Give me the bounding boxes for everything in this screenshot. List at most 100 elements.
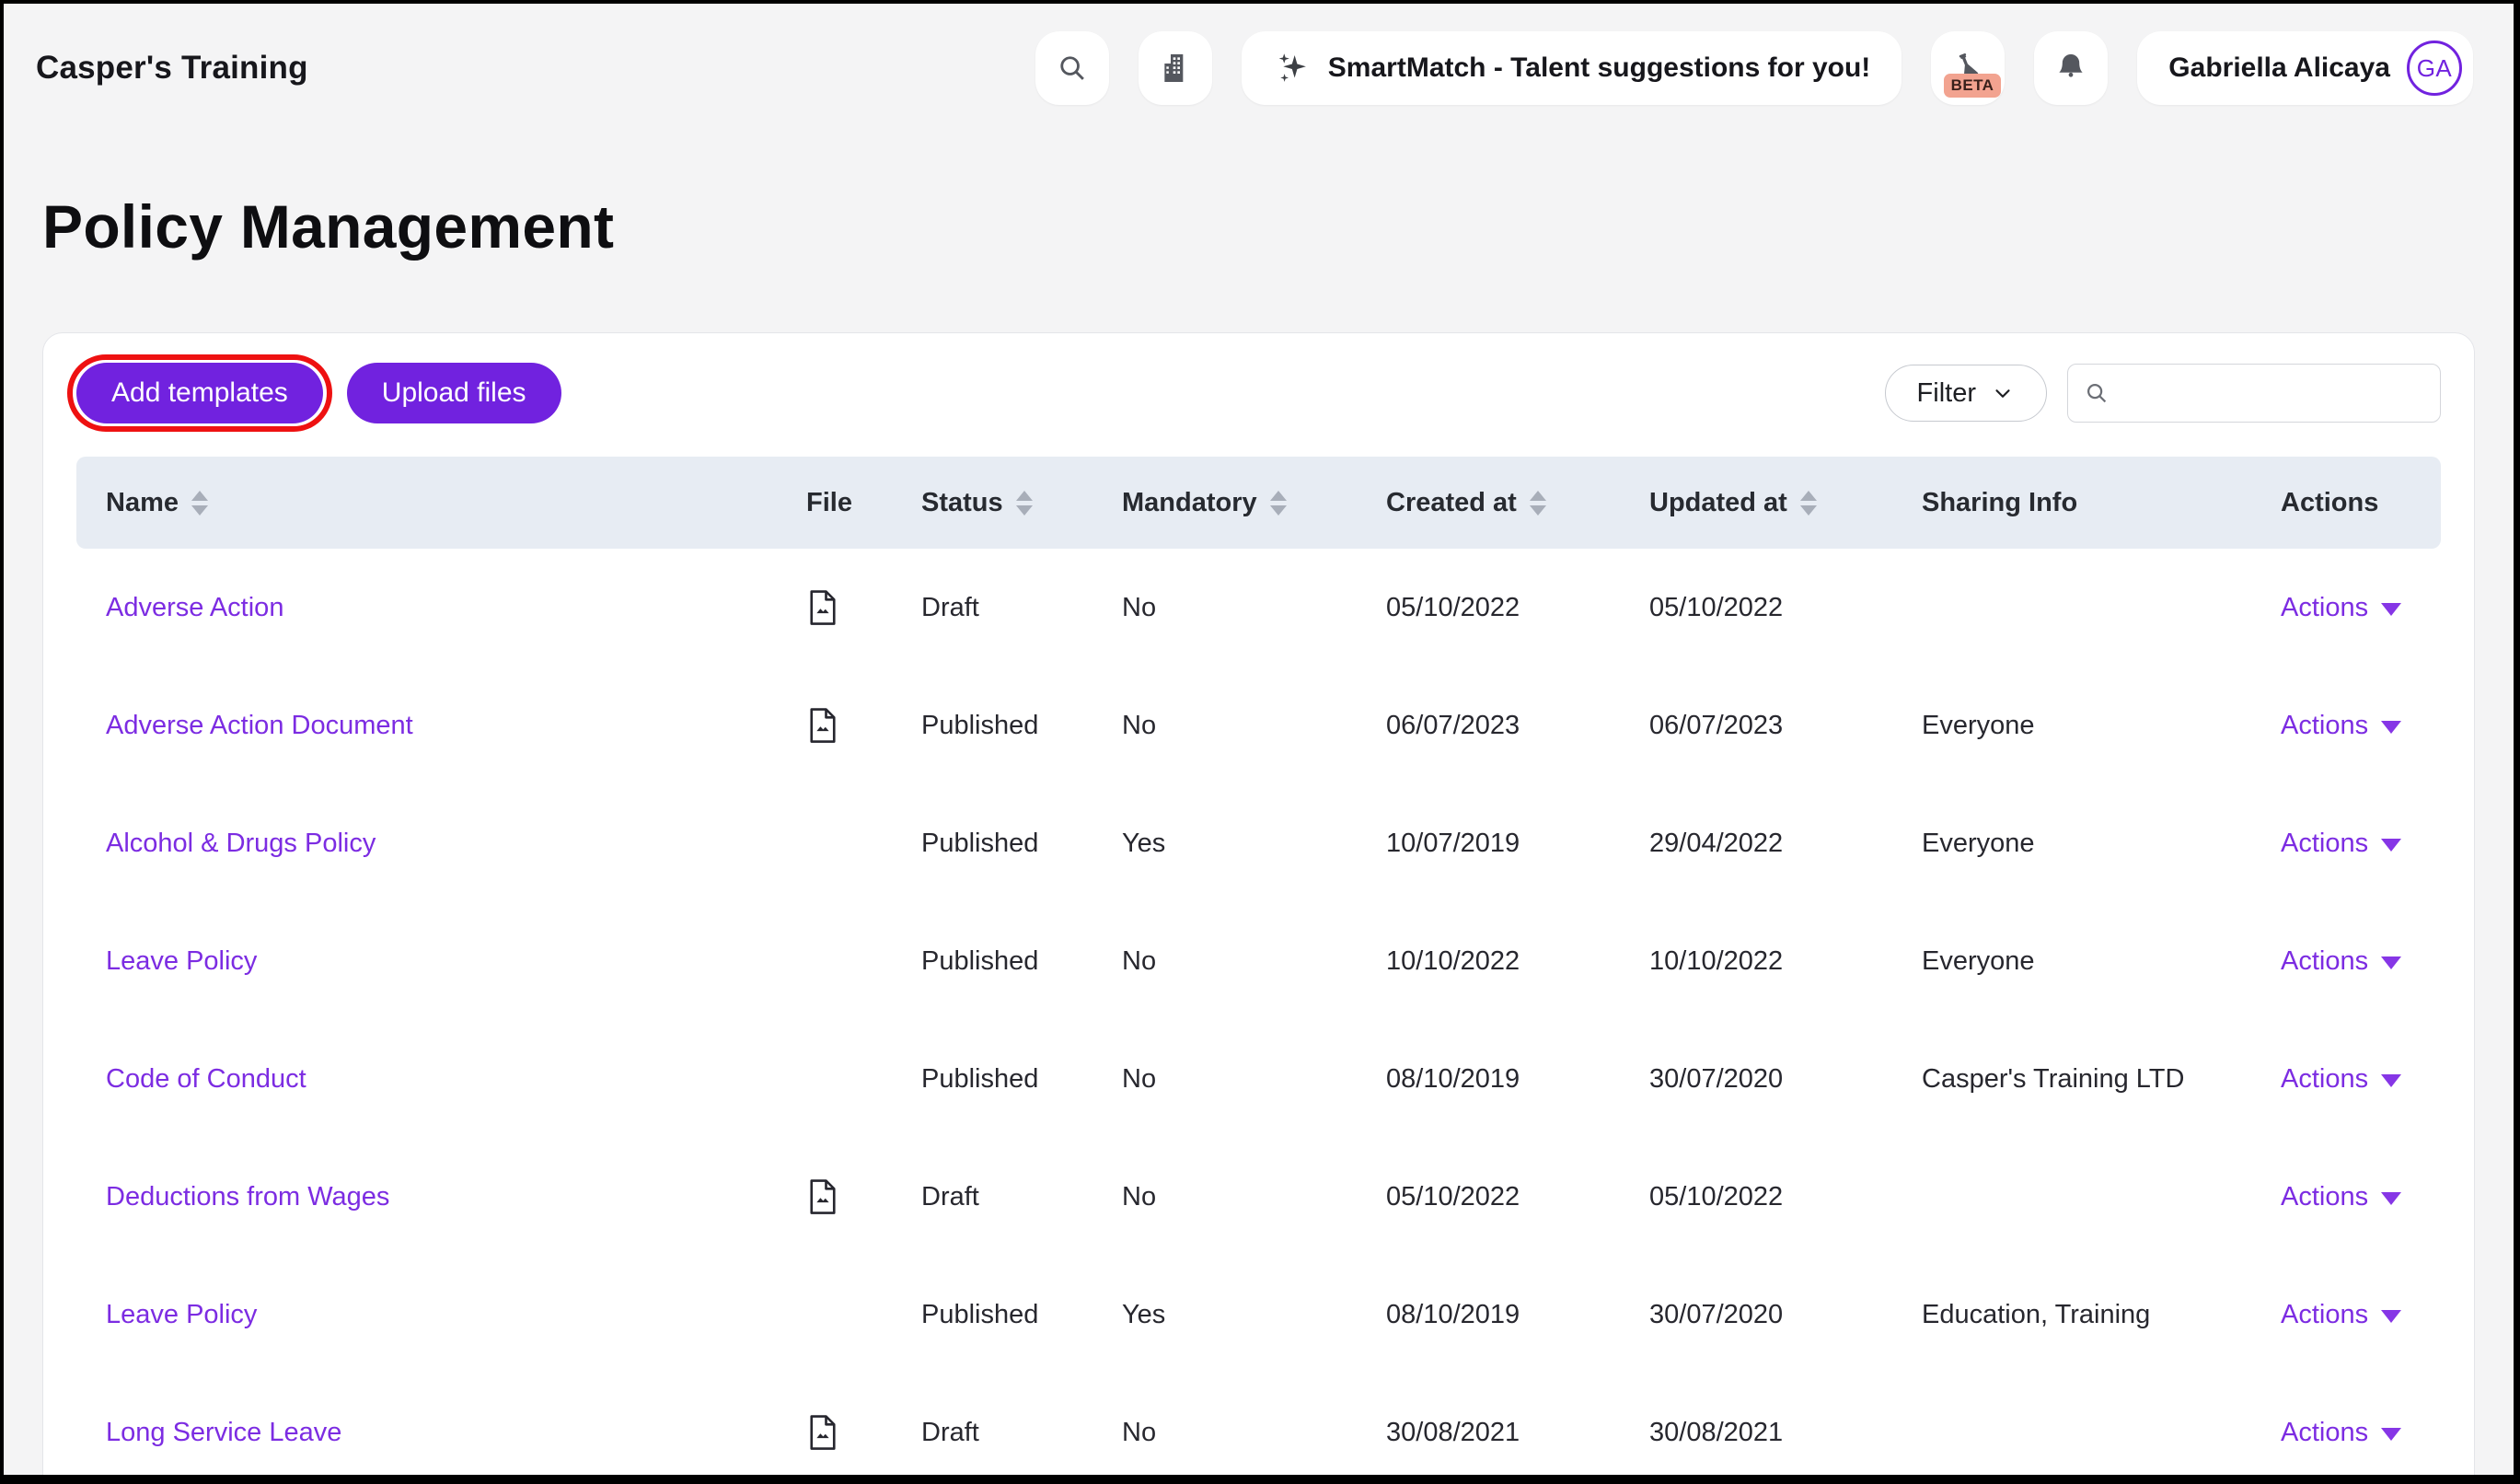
- status-cell: Published: [921, 1063, 1039, 1094]
- search-icon: [1055, 51, 1090, 86]
- add-templates-button[interactable]: Add templates: [76, 363, 323, 423]
- actions-dropdown[interactable]: Actions: [2281, 593, 2402, 623]
- sharing-info-cell: Everyone: [1922, 945, 2035, 976]
- caret-down-icon: [2381, 1428, 2402, 1441]
- column-header-mandatory[interactable]: Mandatory: [1122, 488, 1386, 518]
- column-header-created-at[interactable]: Created at: [1386, 488, 1649, 518]
- user-menu[interactable]: Gabriella Alicaya GA: [2137, 31, 2473, 105]
- mandatory-cell: Yes: [1122, 828, 1166, 858]
- updated-at-cell: 30/08/2021: [1649, 1417, 1784, 1447]
- updated-at-cell: 29/04/2022: [1649, 828, 1784, 858]
- created-at-cell: 05/10/2022: [1386, 592, 1520, 622]
- user-name: Gabriella Alicaya: [2168, 52, 2390, 83]
- sort-icon[interactable]: [1799, 490, 1817, 516]
- table-row: Leave Policy Published No 10/10/2022 10/…: [76, 902, 2441, 1020]
- policy-name-link[interactable]: Leave Policy: [106, 946, 257, 976]
- actions-dropdown[interactable]: Actions: [2281, 1300, 2402, 1330]
- policy-name-link[interactable]: Adverse Action: [106, 593, 283, 622]
- sharing-info-cell: Casper's Training LTD: [1922, 1063, 2185, 1094]
- sharing-info-cell: Everyone: [1922, 710, 2035, 740]
- sparkle-icon: [1273, 49, 1312, 87]
- updated-at-cell: 06/07/2023: [1649, 710, 1784, 740]
- table-row: Leave Policy Published Yes 08/10/2019 30…: [76, 1256, 2441, 1374]
- sort-icon[interactable]: [191, 490, 208, 516]
- policy-name-link[interactable]: Deductions from Wages: [106, 1182, 389, 1212]
- search-icon: [2083, 379, 2110, 407]
- status-cell: Published: [921, 945, 1039, 976]
- table-row: Deductions from Wages Draft No 05/10/202…: [76, 1138, 2441, 1256]
- app-title: Casper's Training: [36, 50, 308, 86]
- policy-name-link[interactable]: Adverse Action Document: [106, 711, 413, 740]
- column-header-status[interactable]: Status: [921, 488, 1122, 518]
- organisation-button[interactable]: [1138, 31, 1212, 105]
- updated-at-cell: 30/07/2020: [1649, 1299, 1784, 1329]
- labs-button[interactable]: BETA: [1931, 31, 2006, 105]
- filter-label: Filter: [1916, 377, 1976, 408]
- smartmatch-button[interactable]: SmartMatch - Talent suggestions for you!: [1241, 31, 1902, 105]
- sort-icon[interactable]: [1529, 490, 1546, 516]
- bell-icon: [2053, 51, 2088, 86]
- policy-card: Add templates Upload files Filter Name F…: [42, 332, 2475, 1475]
- upload-files-button[interactable]: Upload files: [346, 363, 561, 423]
- actions-dropdown[interactable]: Actions: [2281, 711, 2402, 741]
- file-image-icon: [806, 1413, 839, 1452]
- file-image-icon: [806, 706, 839, 745]
- caret-down-icon: [2381, 1074, 2402, 1087]
- search-input[interactable]: [2121, 365, 2454, 422]
- table-row: Long Service Leave Draft No 30/08/2021 3…: [76, 1374, 2441, 1475]
- created-at-cell: 06/07/2023: [1386, 710, 1520, 740]
- notifications-button[interactable]: [2034, 31, 2109, 105]
- table-row: Adverse Action Draft No 05/10/2022 05/10…: [76, 549, 2441, 667]
- table-row: Alcohol & Drugs Policy Published Yes 10/…: [76, 784, 2441, 902]
- column-header-name[interactable]: Name: [76, 488, 806, 518]
- policy-name-link[interactable]: Leave Policy: [106, 1300, 257, 1329]
- status-cell: Published: [921, 1299, 1039, 1329]
- column-header-updated-at[interactable]: Updated at: [1649, 488, 1922, 518]
- table-header-row: Name File Status Mandatory Created at Up…: [76, 457, 2441, 549]
- chevron-down-icon: [1991, 381, 2015, 405]
- caret-down-icon: [2381, 603, 2402, 616]
- file-image-icon: [806, 1177, 839, 1216]
- actions-dropdown[interactable]: Actions: [2281, 1064, 2402, 1095]
- column-header-actions: Actions: [2281, 487, 2379, 517]
- topbar-controls: SmartMatch - Talent suggestions for you!…: [1035, 31, 2473, 105]
- actions-dropdown[interactable]: Actions: [2281, 1418, 2402, 1448]
- sort-icon[interactable]: [1269, 490, 1287, 516]
- search-button[interactable]: [1035, 31, 1109, 105]
- created-at-cell: 10/07/2019: [1386, 828, 1520, 858]
- policy-management-screen: Casper's Training SmartMatch - Talent su…: [0, 0, 2520, 1484]
- policy-name-link[interactable]: Long Service Leave: [106, 1418, 341, 1447]
- actions-dropdown[interactable]: Actions: [2281, 1182, 2402, 1212]
- mandatory-cell: No: [1122, 592, 1157, 622]
- actions-dropdown[interactable]: Actions: [2281, 829, 2402, 859]
- created-at-cell: 05/10/2022: [1386, 1181, 1520, 1212]
- sharing-info-cell: Everyone: [1922, 828, 2035, 858]
- policy-name-link[interactable]: Alcohol & Drugs Policy: [106, 829, 376, 858]
- column-header-file: File: [806, 487, 852, 517]
- status-cell: Draft: [921, 1417, 979, 1447]
- building-icon: [1157, 50, 1194, 87]
- mandatory-cell: No: [1122, 945, 1157, 976]
- mandatory-cell: Yes: [1122, 1299, 1166, 1329]
- smartmatch-label: SmartMatch - Talent suggestions for you!: [1327, 52, 1871, 83]
- caret-down-icon: [2381, 839, 2402, 852]
- caret-down-icon: [2381, 956, 2402, 969]
- page-title: Policy Management: [42, 192, 615, 261]
- status-cell: Draft: [921, 1181, 979, 1212]
- created-at-cell: 10/10/2022: [1386, 945, 1520, 976]
- avatar: GA: [2407, 41, 2462, 96]
- status-cell: Published: [921, 710, 1039, 740]
- actions-dropdown[interactable]: Actions: [2281, 946, 2402, 977]
- created-at-cell: 08/10/2019: [1386, 1299, 1520, 1329]
- mandatory-cell: No: [1122, 1417, 1157, 1447]
- policies-table: Name File Status Mandatory Created at Up…: [76, 457, 2441, 1475]
- caret-down-icon: [2381, 1192, 2402, 1205]
- status-cell: Draft: [921, 592, 979, 622]
- policy-name-link[interactable]: Code of Conduct: [106, 1064, 306, 1094]
- filter-dropdown[interactable]: Filter: [1884, 365, 2047, 422]
- sort-icon[interactable]: [1015, 490, 1033, 516]
- table-row: Adverse Action Document Published No 06/…: [76, 667, 2441, 784]
- updated-at-cell: 30/07/2020: [1649, 1063, 1784, 1094]
- table-search: [2067, 364, 2454, 423]
- file-image-icon: [806, 588, 839, 627]
